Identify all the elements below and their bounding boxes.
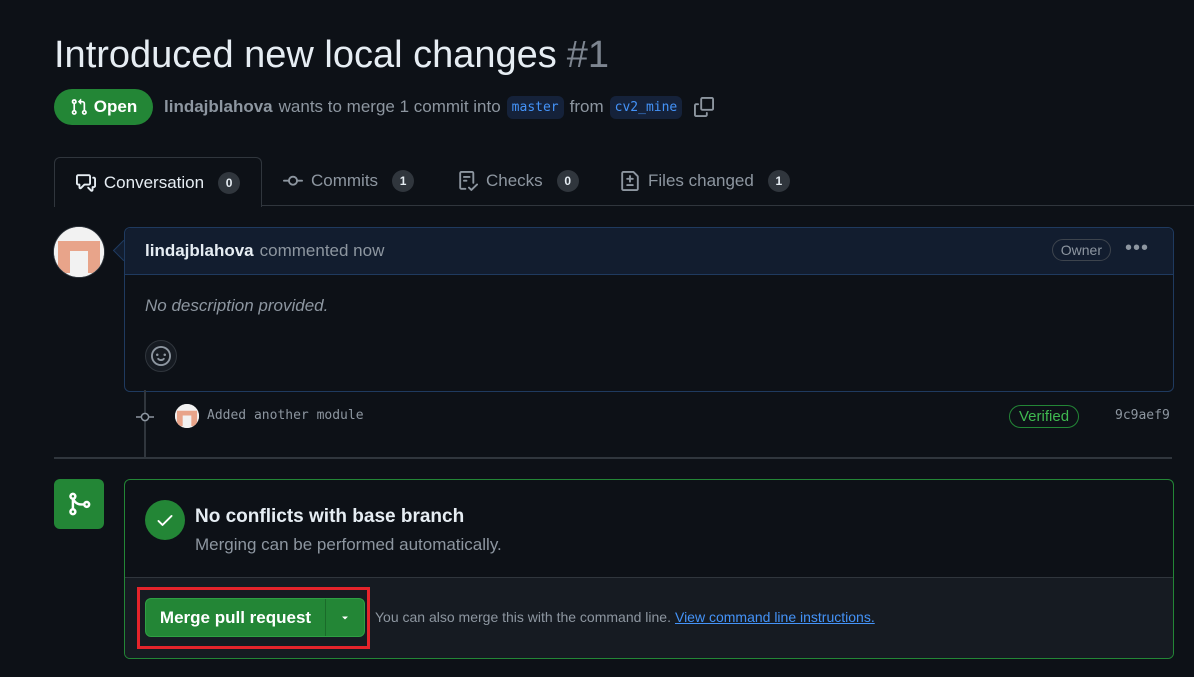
merge-heading: No conflicts with base branch: [195, 506, 465, 527]
pr-title: Introduced new local changes #1: [54, 30, 609, 80]
comment-header: lindajblahova commented now Owner •••: [125, 228, 1173, 275]
tab-checks[interactable]: Checks 0: [458, 157, 579, 205]
comment-author[interactable]: lindajblahova: [145, 241, 254, 261]
tab-commits-count: 1: [392, 170, 415, 192]
timeline-line: [144, 390, 146, 458]
tab-commits-label: Commits: [311, 171, 379, 190]
commit-sha[interactable]: 9c9aef9: [1115, 408, 1170, 423]
cli-hint-text: You can also merge this with the command…: [375, 609, 671, 625]
timeline-divider: [54, 457, 1172, 459]
copy-icon[interactable]: [694, 97, 715, 117]
tab-checks-label: Checks: [486, 171, 543, 190]
commit-message[interactable]: Added another module: [207, 408, 364, 423]
owner-badge: Owner: [1051, 239, 1111, 261]
tab-files-changed-count: 1: [767, 170, 790, 192]
git-merge-icon: [69, 492, 91, 516]
comment-body: No description provided.: [145, 296, 329, 315]
add-reaction-button[interactable]: [145, 340, 177, 372]
tab-conversation-label: Conversation: [103, 172, 205, 192]
comment-time[interactable]: commented now: [260, 241, 385, 261]
pr-meta: lindajblahova wants to merge 1 commit in…: [164, 93, 715, 121]
comment-discussion-icon: [75, 173, 96, 192]
smiley-icon: [151, 346, 171, 366]
pr-state-label: Open: [93, 97, 138, 116]
pr-number: #1: [566, 34, 610, 76]
tab-commits[interactable]: Commits 1: [283, 157, 415, 205]
check-status: [145, 500, 185, 540]
check-icon: [157, 515, 173, 526]
git-commit-icon: [283, 175, 303, 186]
merge-text-1: wants to merge 1 commit into: [278, 97, 501, 116]
head-branch[interactable]: cv2_mine: [609, 95, 683, 119]
cli-hint: You can also merge this with the command…: [375, 609, 875, 625]
avatar[interactable]: [54, 227, 104, 277]
git-commit-icon: [136, 412, 154, 422]
tab-checks-count: 0: [556, 170, 579, 192]
base-branch[interactable]: master: [506, 95, 564, 119]
identicon-avatar-image: [54, 227, 104, 277]
highlight-box: [137, 587, 370, 649]
tab-conversation-count: 0: [218, 171, 241, 194]
commit-author-avatar[interactable]: [175, 404, 199, 428]
git-pull-request-icon: [71, 98, 87, 115]
kebab-horizontal-icon[interactable]: •••: [1125, 238, 1149, 258]
tab-conversation[interactable]: Conversation 0: [54, 157, 262, 207]
pr-title-text: Introduced new local changes: [54, 34, 557, 76]
merge-status-icon: [54, 479, 104, 529]
merge-text-2: from: [569, 97, 604, 116]
pr-author-link[interactable]: lindajblahova: [164, 97, 273, 117]
cli-instructions-link[interactable]: View command line instructions.: [675, 609, 875, 625]
identicon-avatar-image: [175, 404, 199, 428]
tab-files-changed[interactable]: Files changed 1: [620, 157, 790, 205]
tab-files-changed-label: Files changed: [648, 171, 754, 190]
verified-badge[interactable]: Verified: [1009, 405, 1080, 428]
file-diff-icon: [621, 171, 639, 191]
merge-subheading: Merging can be performed automatically.: [195, 535, 502, 554]
pr-state-badge: Open: [54, 89, 153, 125]
checklist-icon: [459, 171, 478, 191]
comment-box: lindajblahova commented now Owner ••• No…: [124, 227, 1174, 392]
